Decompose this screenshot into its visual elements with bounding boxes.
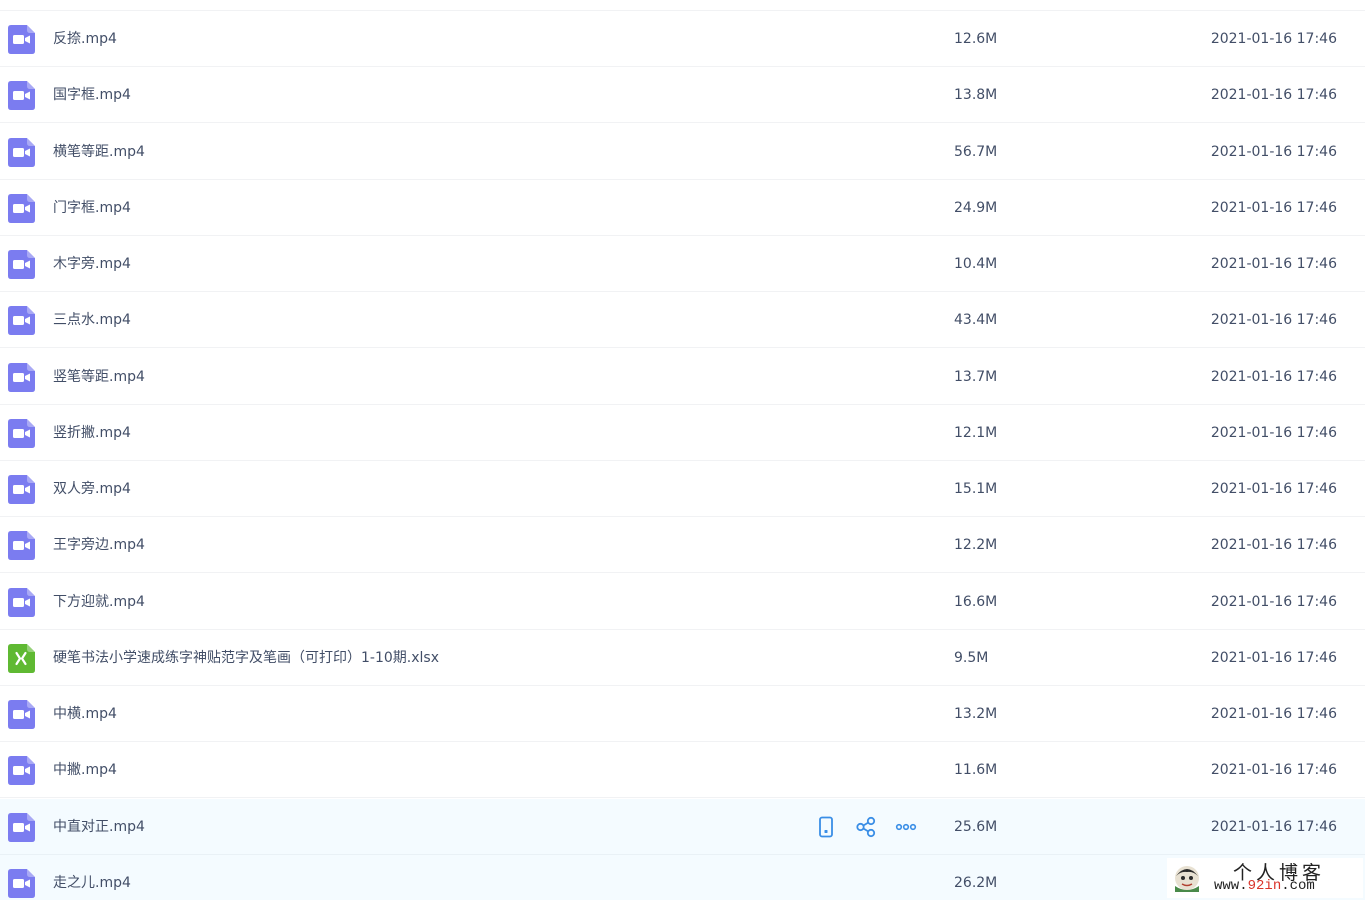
file-row[interactable]: 下方迎就.mp4 16.6M 2021-01-16 17:46	[0, 574, 1365, 630]
file-row[interactable]: 硬笔书法小学速成练字神贴范字及笔画（可打印）1-10期.xlsx 9.5M 2021…	[0, 630, 1365, 686]
video-file-icon	[8, 306, 35, 336]
excel-file-icon	[8, 643, 35, 673]
file-size: 56.7M	[954, 143, 998, 160]
file-date: 2021-01-16 17:46	[1210, 312, 1337, 329]
file-date: 2021-01-16 17:46	[1210, 143, 1337, 160]
file-size: 25.6M	[954, 818, 998, 835]
file-size: 16.6M	[954, 593, 998, 610]
file-size: 13.2M	[954, 706, 998, 722]
more-icon[interactable]	[894, 815, 918, 839]
file-name[interactable]: 中横.mp4	[53, 686, 117, 742]
file-row[interactable]: 竖折撇.mp4 12.1M 2021-01-16 17:46	[0, 405, 1365, 461]
video-file-icon	[8, 250, 35, 279]
file-name[interactable]: 竖折撇.mp4	[53, 405, 131, 461]
phone-icon[interactable]	[814, 815, 838, 839]
video-file-icon	[8, 81, 35, 111]
file-name[interactable]: 下方迎就.mp4	[53, 574, 145, 630]
file-row[interactable]: 中直对正.mp4 25.6M 2021-01-16 17:46	[0, 798, 1365, 855]
file-date: 2021-01-16 17:46	[1210, 593, 1337, 610]
file-name[interactable]: 木字旁.mp4	[53, 236, 131, 292]
file-name[interactable]: 反捺.mp4	[53, 11, 117, 67]
file-row[interactable]: 国字框.mp4 13.8M 2021-01-16 17:46	[0, 67, 1365, 124]
file-name[interactable]: 王字旁边.mp4	[53, 517, 145, 573]
file-name[interactable]: 走之儿.mp4	[53, 855, 131, 900]
video-file-icon	[8, 812, 35, 842]
video-file-icon	[8, 137, 35, 167]
file-name[interactable]: 中撇.mp4	[53, 742, 117, 798]
avatar-icon	[1175, 866, 1199, 892]
file-name[interactable]: 门字框.mp4	[53, 180, 131, 236]
file-date: 2021-01-16 17:46	[1210, 818, 1337, 835]
file-size: 43.4M	[954, 312, 998, 329]
blog-watermark: 个人博客 www.92in.com	[1167, 858, 1363, 898]
file-size: 12.6M	[954, 31, 998, 47]
file-date: 2021-01-16 17:46	[1210, 649, 1337, 666]
file-name[interactable]: 双人旁.mp4	[53, 461, 131, 517]
file-row[interactable]: 中横.mp4 13.2M 2021-01-16 17:46	[0, 686, 1365, 742]
video-file-icon	[8, 25, 35, 54]
file-date: 2021-01-16 17:46	[1210, 368, 1337, 385]
file-date: 2021-01-16 17:46	[1210, 199, 1337, 216]
watermark-url-accent: 92in	[1247, 878, 1282, 894]
file-row[interactable]: 反捺.mp4 12.6M 2021-01-16 17:46	[0, 11, 1365, 67]
file-size: 9.5M	[954, 649, 989, 666]
file-size: 12.2M	[954, 537, 998, 554]
file-name[interactable]: 横笔等距.mp4	[53, 124, 145, 180]
video-file-icon	[8, 362, 35, 392]
video-file-icon	[8, 193, 35, 223]
video-file-icon	[8, 531, 35, 561]
file-size: 13.7M	[954, 368, 998, 385]
file-row[interactable]: 走之儿.mp4 26.2M	[0, 854, 1365, 900]
file-date: 2021-01-16 17:46	[1210, 706, 1337, 722]
file-name[interactable]: 硬笔书法小学速成练字神贴范字及笔画（可打印）1-10期.xlsx	[53, 630, 439, 686]
file-size: 11.6M	[954, 762, 998, 779]
file-list: 反捺.mp4 12.6M 2021-01-16 17:46 国字框.mp4 13.8M 2…	[0, 0, 1365, 900]
file-size: 12.1M	[954, 424, 998, 441]
file-size: 24.9M	[954, 199, 998, 216]
file-date: 2021-01-16 17:46	[1210, 31, 1337, 47]
file-size: 26.2M	[954, 874, 998, 891]
video-file-icon	[8, 418, 35, 448]
video-file-icon	[8, 587, 35, 617]
file-date: 2021-01-16 17:46	[1210, 481, 1337, 497]
row-actions	[814, 815, 924, 839]
file-row[interactable]: 横笔等距.mp4 56.7M 2021-01-16 17:46	[0, 124, 1365, 180]
video-file-icon	[8, 868, 35, 898]
file-size: 10.4M	[954, 256, 998, 272]
video-file-icon	[8, 700, 35, 729]
file-size: 15.1M	[954, 481, 998, 497]
file-date: 2021-01-16 17:46	[1210, 537, 1337, 554]
file-name[interactable]: 国字框.mp4	[53, 67, 131, 123]
file-date: 2021-01-16 17:46	[1210, 762, 1337, 779]
file-row[interactable]: 竖笔等距.mp4 13.7M 2021-01-16 17:46	[0, 349, 1365, 405]
file-name[interactable]: 竖笔等距.mp4	[53, 349, 145, 405]
file-row[interactable]: 门字框.mp4 24.9M 2021-01-16 17:46	[0, 180, 1365, 236]
file-row[interactable]: 木字旁.mp4 10.4M 2021-01-16 17:46	[0, 236, 1365, 292]
file-row[interactable]: 中撇.mp4 11.6M 2021-01-16 17:46	[0, 742, 1365, 799]
file-date: 2021-01-16 17:46	[1210, 87, 1337, 104]
video-file-icon	[8, 756, 35, 786]
watermark-url-suffix: .com	[1281, 878, 1315, 894]
file-row[interactable]: 王字旁边.mp4 12.2M 2021-01-16 17:46	[0, 517, 1365, 574]
watermark-url: www.92in.com	[1214, 878, 1315, 894]
file-date: 2021-01-16 17:46	[1210, 424, 1337, 441]
file-name[interactable]: 中直对正.mp4	[53, 799, 145, 855]
file-name[interactable]: 三点水.mp4	[53, 292, 131, 348]
file-row[interactable]: 双人旁.mp4 15.1M 2021-01-16 17:46	[0, 461, 1365, 517]
file-row[interactable]: 三点水.mp4 43.4M 2021-01-16 17:46	[0, 292, 1365, 349]
share-icon[interactable]	[854, 815, 878, 839]
file-size: 13.8M	[954, 87, 998, 104]
video-file-icon	[8, 475, 35, 504]
watermark-url-prefix: www.	[1214, 878, 1248, 894]
file-date: 2021-01-16 17:46	[1210, 256, 1337, 272]
